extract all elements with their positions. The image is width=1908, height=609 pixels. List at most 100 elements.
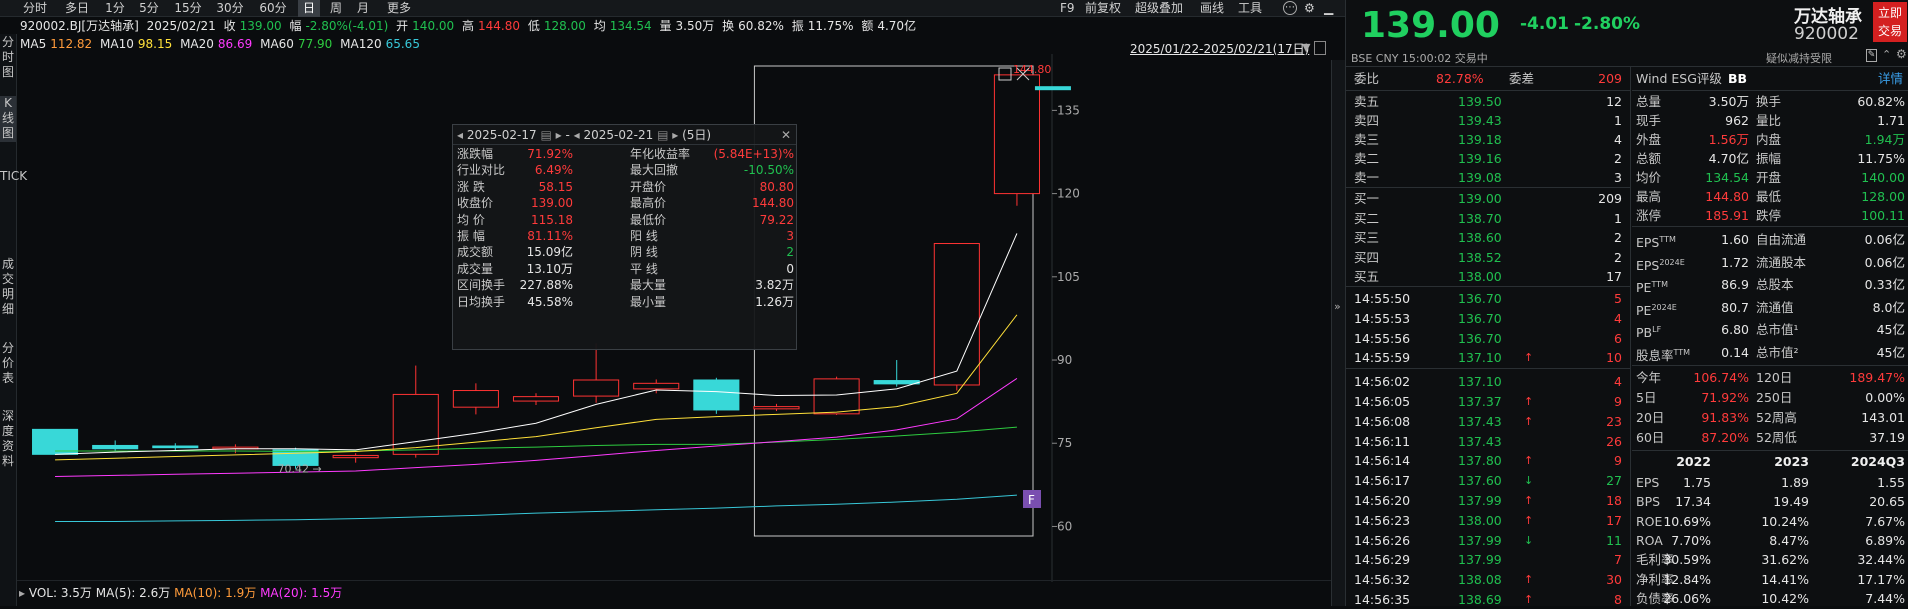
stat-row: 总量 3.50万 换手 60.82% xyxy=(1632,92,1908,111)
perf-value: 0.00% xyxy=(1865,390,1905,405)
calendar-icon[interactable]: ▤ xyxy=(540,128,551,142)
tab-monthly[interactable]: 月 xyxy=(352,0,374,17)
ask-volume: 4 xyxy=(1614,132,1622,147)
fin-row: BPS 17.34 19.49 20.65 xyxy=(1632,492,1908,511)
popup-value: 3.82万 xyxy=(755,278,794,293)
vol-ma10: MA(10): 1.9万 xyxy=(174,586,257,600)
tab-timeshare[interactable]: 分时 xyxy=(18,0,52,17)
gear-icon[interactable]: ⚙ xyxy=(1896,47,1907,61)
fin-value: 10.69% xyxy=(1663,513,1711,529)
popup-date-from[interactable]: 2025-02-17 xyxy=(467,128,537,142)
ask-price: 139.16 xyxy=(1458,151,1502,166)
fin-value: 1.55 xyxy=(1877,475,1905,490)
quote-info-line: 920002.BJ[万达轴承] 2025/02/21 收 139.00 幅 -2.8… xyxy=(20,18,920,35)
tools-button[interactable]: 工具 xyxy=(1238,0,1262,17)
calendar-icon[interactable]: ▤ xyxy=(657,128,668,142)
prev-arrow-icon[interactable]: ◂ xyxy=(574,128,580,142)
close-icon[interactable]: ✕ xyxy=(781,125,791,145)
perf-label: 60日 xyxy=(1636,430,1665,445)
fin-value: 26.06% xyxy=(1663,590,1711,606)
popup-dash: - xyxy=(565,128,570,142)
arrow-up-icon: ↑ xyxy=(1524,454,1534,468)
fund-label: 股息率TTM xyxy=(1636,342,1690,367)
change-value: -2.80%(-4.01) xyxy=(305,19,389,33)
next-arrow-icon[interactable]: ▸ xyxy=(556,128,562,142)
sidetab-timeshare[interactable]: 分时图 xyxy=(0,34,16,80)
tab-15min[interactable]: 15分 xyxy=(170,0,206,17)
sidetab-tick[interactable]: TICK xyxy=(0,169,27,231)
collapse-strip[interactable]: » xyxy=(1331,60,1345,606)
ratio-value: 82.78% xyxy=(1436,71,1484,86)
sidetab-kline[interactable]: K线图 xyxy=(0,96,16,142)
popup-value: 3 xyxy=(786,229,794,243)
sidetab-price-table[interactable]: 分价表 xyxy=(0,341,16,389)
collapse-arrow-icon[interactable]: » xyxy=(1334,300,1341,313)
esg-label: Wind ESG评级 xyxy=(1636,71,1722,86)
fold-icon[interactable]: ⌃ xyxy=(1882,48,1891,61)
fin-header-row: 2022 2023 2024Q3 xyxy=(1632,452,1908,472)
y-tick-label: 105 xyxy=(1057,270,1080,284)
ask-price: 139.50 xyxy=(1458,94,1502,109)
arrow-up-icon: ↑ xyxy=(1524,351,1534,365)
fund-value: 0.06亿 xyxy=(1864,232,1905,247)
tick-volume: 4 xyxy=(1614,310,1622,326)
fund-label-main: EPS xyxy=(1636,235,1660,251)
tab-weekly[interactable]: 周 xyxy=(325,0,347,17)
adjust-button[interactable]: 前复权 xyxy=(1085,0,1121,17)
amplitude-value: 11.75% xyxy=(807,19,854,33)
fundamental-row: 股息率TTM 0.14 总市值² 45亿 xyxy=(1632,342,1908,364)
stat-value: 3.50万 xyxy=(1708,94,1749,109)
volume-toggle-icon[interactable]: ▸ xyxy=(19,586,25,600)
esg-detail-link[interactable]: 详情 xyxy=(1878,69,1903,89)
candle-body xyxy=(452,390,499,408)
f9-button[interactable]: F9 xyxy=(1060,0,1075,17)
tab-5min[interactable]: 5分 xyxy=(135,0,163,17)
popup-label: 阳 线 xyxy=(630,229,658,243)
tick-time: 14:55:59 xyxy=(1354,350,1411,366)
diff-label: 委差 xyxy=(1509,71,1535,86)
tick-price: 138.69 xyxy=(1458,592,1502,607)
popup-value: 80.80 xyxy=(759,179,794,194)
ma20-line xyxy=(55,377,1018,478)
fin-value: 31.62% xyxy=(1761,552,1809,568)
ask-label: 卖一 xyxy=(1354,170,1380,185)
tab-60min[interactable]: 60分 xyxy=(255,0,291,17)
draw-button[interactable]: 画线 xyxy=(1200,0,1224,17)
sidetab-trades[interactable]: 成交明细 xyxy=(0,257,16,319)
stat-label: 量比 xyxy=(1756,113,1782,128)
sidetab-depth[interactable]: 深度资料 xyxy=(0,409,16,471)
perf-row: 今年 106.74% 120日 189.47% xyxy=(1632,368,1908,388)
tab-30min[interactable]: 30分 xyxy=(212,0,248,17)
popup-value: 2 xyxy=(786,245,794,260)
range-dropdown-icon[interactable]: ▼ xyxy=(1302,41,1310,54)
divider xyxy=(1346,286,1630,287)
ma10-value: 98.15 xyxy=(137,37,173,51)
ma20-label: MA20 xyxy=(180,37,214,51)
range-box-icon[interactable] xyxy=(1314,41,1326,55)
trade-now-button[interactable]: 立即交易 xyxy=(1873,2,1907,42)
tab-1min[interactable]: 1分 xyxy=(101,0,129,17)
stat-label: 涨停 xyxy=(1636,208,1662,223)
perf-label: 52周高 xyxy=(1756,410,1797,425)
interval-stats-popup: ◂ 2025-02-17 ▤ ▸ - ◂ 2025-02-21 ▤ ▸ (5日)… xyxy=(452,124,797,350)
perf-value: 91.83% xyxy=(1701,410,1749,425)
tick-price: 137.37 xyxy=(1458,394,1502,409)
bid-label: 买五 xyxy=(1354,269,1380,284)
next-arrow-icon[interactable]: ▸ xyxy=(672,128,678,142)
ask-label: 卖五 xyxy=(1354,94,1380,109)
more-dots-icon[interactable]: ⋯ xyxy=(1283,1,1297,15)
settings-icon[interactable]: ⚙ xyxy=(1304,0,1315,17)
ma5-value: 112.82 xyxy=(50,37,93,51)
fin-row: 毛利率 30.59% 31.62% 32.44% xyxy=(1632,550,1908,569)
tick-row: 14:56:20 137.99 ↑ 18 xyxy=(1346,491,1630,510)
prev-arrow-icon[interactable]: ◂ xyxy=(457,128,463,142)
tab-multiday[interactable]: 多日 xyxy=(60,0,94,17)
popup-date-to[interactable]: 2025-02-21 xyxy=(584,128,654,142)
minimize-icon[interactable]: ▁ xyxy=(1324,0,1333,17)
overlay-button[interactable]: 超级叠加 xyxy=(1135,0,1183,17)
fin-value: 19.49 xyxy=(1773,494,1809,510)
vol-ma20: MA(20): 1.5万 xyxy=(260,586,343,600)
tab-daily[interactable]: 日 xyxy=(298,0,320,17)
tab-more[interactable]: 更多 xyxy=(382,0,416,17)
edit-icon[interactable]: ✎ xyxy=(1866,49,1877,62)
